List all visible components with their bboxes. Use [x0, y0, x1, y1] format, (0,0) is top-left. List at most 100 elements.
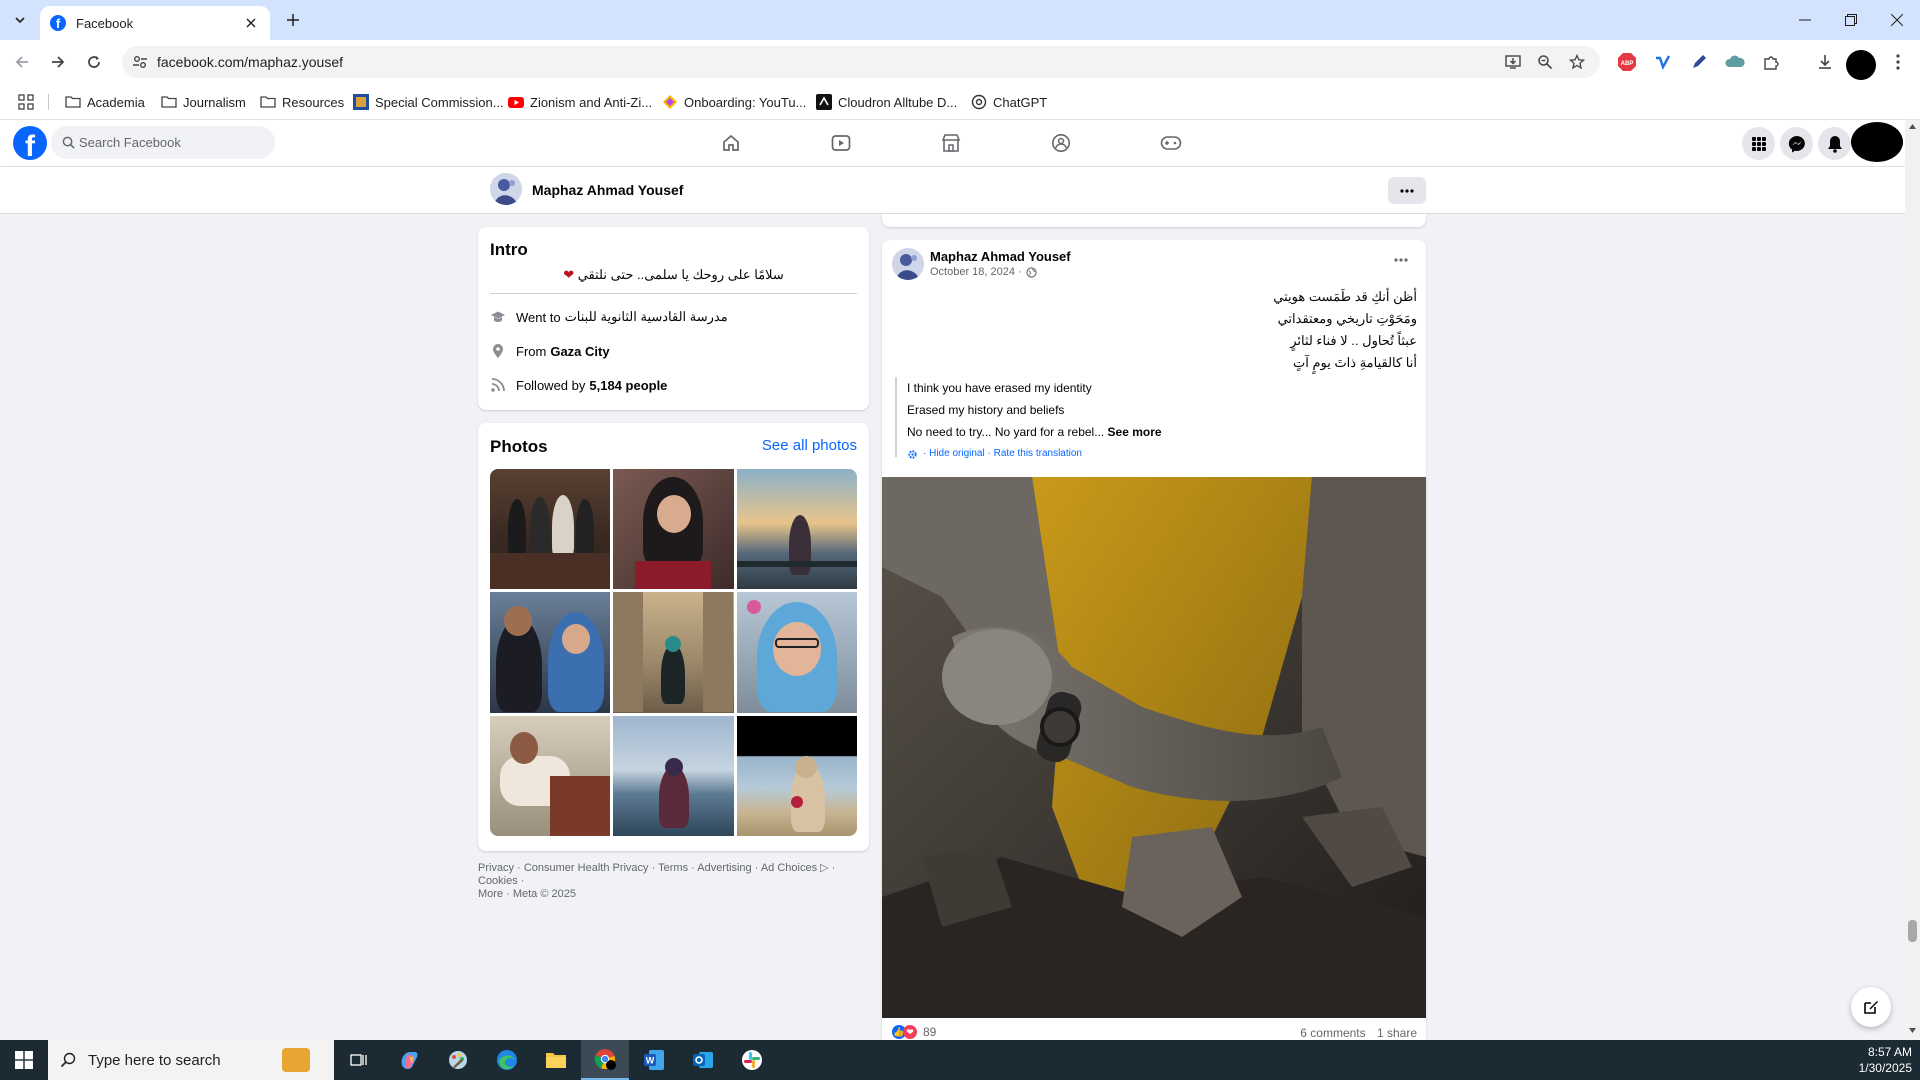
profile-sticky-header: Maphaz Ahmad Yousef — [0, 167, 1905, 214]
apps-grid-icon[interactable] — [18, 92, 34, 112]
bookmark-academia[interactable]: Academia — [65, 92, 145, 112]
chrome-icon[interactable] — [581, 1040, 629, 1080]
see-all-photos-link[interactable]: See all photos — [762, 437, 857, 454]
page-scrollbar[interactable] — [1905, 120, 1920, 1040]
photo-thumbnail[interactable] — [613, 592, 734, 713]
pen-extension-icon[interactable] — [1689, 52, 1709, 72]
new-tab-plus-icon[interactable] — [282, 9, 304, 31]
photo-thumbnail[interactable] — [736, 469, 857, 590]
reload-icon[interactable] — [80, 48, 108, 76]
account-avatar[interactable] — [1851, 122, 1903, 162]
bookmarks-separator — [48, 94, 49, 110]
gaming-icon[interactable] — [1141, 128, 1201, 158]
slack-icon[interactable] — [728, 1040, 776, 1080]
followers-count[interactable]: 5,184 people — [589, 378, 667, 393]
bookmark-zionism[interactable]: Zionism and Anti-Zi... — [508, 92, 652, 112]
intro-title: Intro — [490, 240, 528, 259]
footer-links[interactable]: Privacy · Consumer Health Privacy · Term… — [478, 862, 869, 901]
bio-text: سلامًا على روحك يا سلمى.. حتى نلتقي — [577, 267, 784, 282]
zoom-icon[interactable] — [1536, 53, 1554, 71]
bookmark-cloudron[interactable]: Cloudron Alltube D... — [816, 92, 957, 112]
bookmark-star-icon[interactable] — [1568, 53, 1586, 71]
outlook-icon[interactable] — [679, 1040, 727, 1080]
bookmark-resources[interactable]: Resources — [260, 92, 344, 112]
close-window-icon[interactable] — [1874, 0, 1920, 40]
site-info-icon[interactable] — [132, 54, 148, 70]
word-icon[interactable]: W — [630, 1040, 678, 1080]
post-reactions[interactable]: 👍 ❤ 89 — [892, 1025, 936, 1039]
browser-menu-kebab-icon[interactable] — [1888, 52, 1908, 72]
profile-name[interactable]: Maphaz Ahmad Yousef — [532, 182, 683, 198]
facebook-logo-icon[interactable]: f — [13, 126, 47, 160]
scroll-up-arrow-icon[interactable] — [1909, 124, 1916, 129]
profile-more-options-icon[interactable] — [1388, 177, 1426, 204]
scroll-down-arrow-icon[interactable] — [1909, 1028, 1916, 1033]
photo-thumbnail[interactable] — [736, 592, 857, 713]
taskbar-briefcase-icon[interactable] — [282, 1048, 310, 1072]
photo-thumbnail[interactable] — [490, 469, 611, 590]
post-image[interactable] — [882, 477, 1426, 1018]
post-date[interactable]: October 18, 2024 · — [930, 266, 1037, 278]
copilot-icon[interactable] — [385, 1040, 433, 1080]
address-bar[interactable]: facebook.com/maphaz.yousef — [122, 46, 1600, 78]
extensions-puzzle-icon[interactable] — [1761, 52, 1781, 72]
tab-close-icon[interactable] — [242, 14, 260, 32]
facebook-search[interactable] — [51, 126, 275, 159]
comments-count[interactable]: 6 comments — [1300, 1026, 1365, 1040]
photo-thumbnail[interactable] — [613, 469, 734, 590]
tab-title: Facebook — [76, 15, 134, 31]
paint-icon[interactable] — [434, 1040, 482, 1080]
shares-count[interactable]: 1 share — [1377, 1026, 1417, 1040]
profile-avatar[interactable] — [490, 173, 522, 205]
new-message-compose-icon[interactable] — [1851, 987, 1891, 1027]
education-school[interactable]: مدرسة القادسية الثانوية للبنات — [565, 309, 728, 325]
tab-search-chevron-icon[interactable] — [8, 8, 32, 32]
browser-tab-facebook[interactable]: f Facebook — [40, 6, 270, 40]
facebook-top-bar: f — [0, 120, 1905, 166]
post-author-name[interactable]: Maphaz Ahmad Yousef — [930, 249, 1071, 264]
bookmark-chatgpt[interactable]: ChatGPT — [971, 92, 1047, 112]
post-author-avatar[interactable] — [892, 248, 924, 280]
taskbar-clock[interactable]: 8:57 AM 1/30/2025 — [1859, 1044, 1912, 1076]
photo-thumbnail[interactable] — [736, 715, 857, 836]
photos-title: Photos — [490, 437, 548, 456]
video-icon[interactable] — [811, 128, 871, 158]
bookmarks-bar: Academia Journalism Resources Special Co… — [0, 84, 1920, 120]
browser-profile-avatar[interactable] — [1846, 50, 1876, 80]
hometown-city[interactable]: Gaza City — [550, 344, 609, 359]
groups-icon[interactable] — [1031, 128, 1091, 158]
scrollbar-thumb[interactable] — [1908, 920, 1917, 942]
windows-start-icon[interactable] — [0, 1040, 48, 1080]
bookmark-journalism[interactable]: Journalism — [161, 92, 246, 112]
edge-browser-icon[interactable] — [483, 1040, 531, 1080]
menu-grid-icon[interactable] — [1742, 127, 1775, 160]
home-icon[interactable] — [701, 128, 761, 158]
file-explorer-icon[interactable] — [532, 1040, 580, 1080]
restore-window-icon[interactable] — [1828, 0, 1874, 40]
post-more-options-icon[interactable] — [1390, 252, 1412, 268]
facebook-search-input[interactable] — [79, 135, 259, 150]
back-arrow-icon[interactable] — [8, 48, 36, 76]
install-app-icon[interactable] — [1504, 53, 1522, 71]
photo-thumbnail[interactable] — [490, 715, 611, 836]
photo-thumbnail[interactable] — [613, 715, 734, 836]
rate-translation-link[interactable]: Rate this translation — [994, 443, 1082, 465]
see-more-link[interactable]: See more — [1108, 425, 1162, 439]
hide-original-link[interactable]: Hide original — [929, 443, 985, 465]
forward-arrow-icon[interactable] — [44, 48, 72, 76]
photo-thumbnail[interactable] — [490, 592, 611, 713]
cloud-extension-icon[interactable] — [1725, 52, 1745, 72]
minimize-window-icon[interactable] — [1782, 0, 1828, 40]
footer-line-1[interactable]: Privacy · Consumer Health Privacy · Term… — [478, 862, 869, 888]
cloudron-icon — [816, 94, 832, 110]
footer-line-2[interactable]: More · Meta © 2025 — [478, 888, 869, 901]
vimeo-extension-icon[interactable] — [1653, 52, 1673, 72]
adblock-plus-icon[interactable]: ABP — [1617, 52, 1637, 72]
marketplace-icon[interactable] — [921, 128, 981, 158]
messenger-icon[interactable] — [1780, 127, 1813, 160]
bookmark-special-commission[interactable]: Special Commission... — [353, 92, 504, 112]
task-view-icon[interactable] — [335, 1040, 383, 1080]
bookmark-onboarding[interactable]: Onboarding: YouTu... — [662, 92, 806, 112]
notifications-bell-icon[interactable] — [1818, 127, 1851, 160]
downloads-icon[interactable] — [1815, 52, 1835, 72]
